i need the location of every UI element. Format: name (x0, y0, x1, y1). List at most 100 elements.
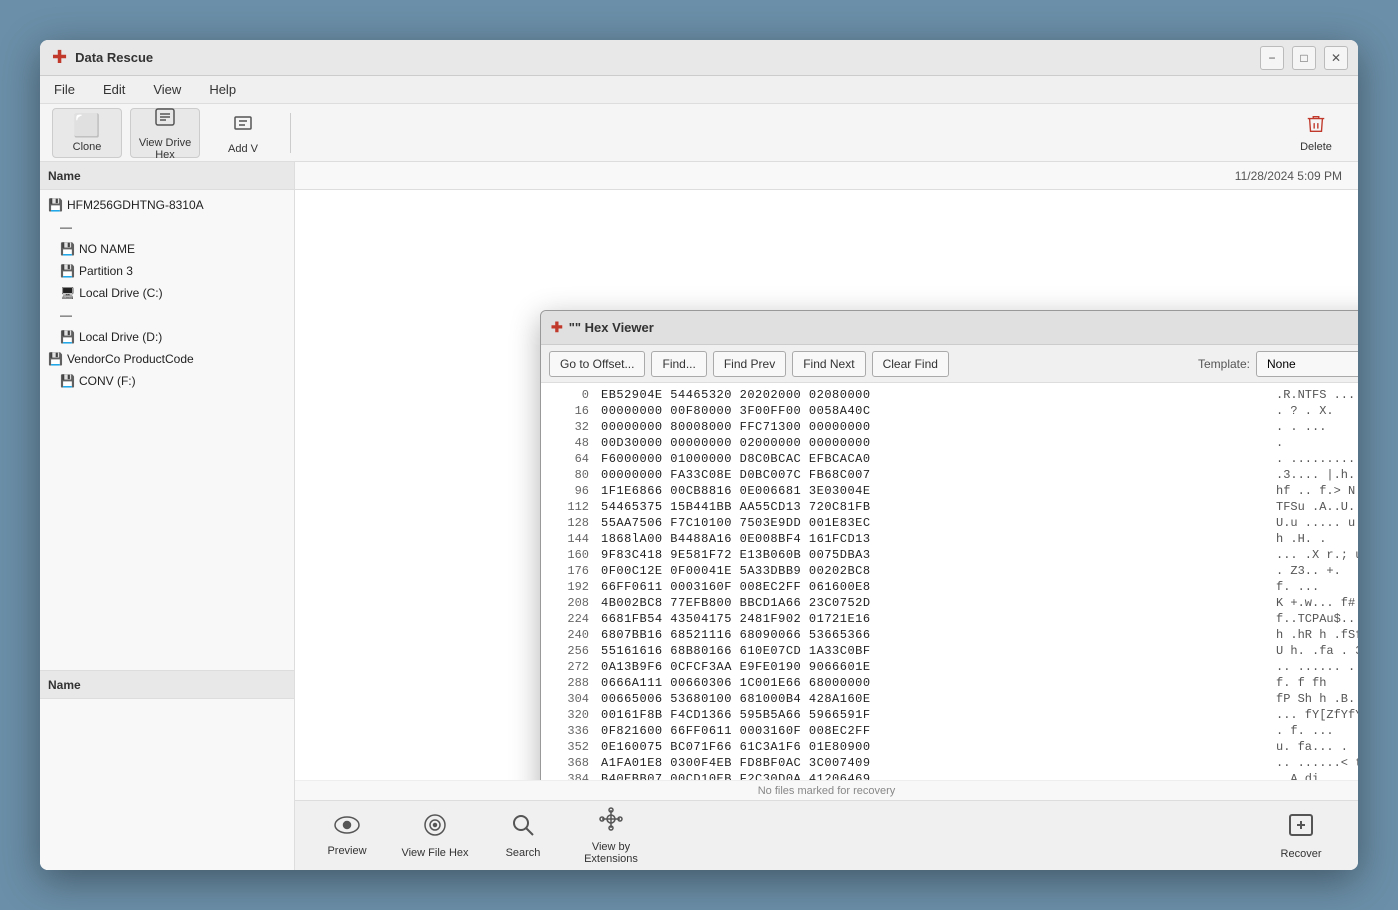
sidebar-item-noname[interactable]: 💾 NO NAME (40, 238, 294, 260)
hex-ascii: h .H. . (1276, 532, 1358, 546)
maximize-button[interactable]: □ (1292, 46, 1316, 70)
hex-row: 144 1868lA00 B4488A16 0E008BF4 161FCD13 … (541, 531, 1358, 547)
hex-row: 304 00665006 53680100 681000B4 428A160E … (541, 691, 1358, 707)
sidebar-item-dash2[interactable]: — (40, 304, 294, 326)
hex-bytes: 55161616 68B80166 610E07CD 1A33C0BF (601, 644, 1264, 658)
hex-row: 384 B40EBB07 00CD10EB F2C30D0A 41206469 … (541, 771, 1358, 780)
hex-ascii: h .hR h .fSfS (1276, 628, 1358, 642)
hex-row: 272 0A13B9F6 0CFCF3AA E9FE0190 9066601E … (541, 659, 1358, 675)
hex-bytes: 0E160075 BC071F66 61C3A1F6 01E80900 (601, 740, 1264, 754)
goto-offset-button[interactable]: Go to Offset... (549, 351, 645, 377)
sidebar-item-local-c[interactable]: 🖥 Local Drive (C:) (40, 282, 294, 304)
recover-label: Recover (1281, 848, 1322, 860)
clone-button[interactable]: ⬜ Clone (52, 108, 122, 158)
sidebar-item-dash1[interactable]: — (40, 216, 294, 238)
sidebar-item-conv[interactable]: 💾 CONV (F:) (40, 370, 294, 392)
search-icon (510, 812, 536, 845)
recover-button[interactable]: Recover (1256, 806, 1346, 866)
hex-offset: 256 (549, 644, 589, 658)
main-right: 11/28/2024 5:09 PM ✚ "" Hex Viewer ✕ Go … (295, 162, 1358, 870)
hex-row: 224 6681FB54 43504175 2481F902 01721E16 … (541, 611, 1358, 627)
view-drive-hex-label: View Drive Hex (135, 137, 195, 161)
find-next-button[interactable]: Find Next (792, 351, 865, 377)
view-file-hex-button[interactable]: View File Hex (395, 806, 475, 866)
hex-offset: 112 (549, 500, 589, 514)
find-button[interactable]: Find... (651, 351, 706, 377)
preview-button[interactable]: Preview (307, 806, 387, 866)
hex-offset: 304 (549, 692, 589, 706)
local-d-icon: 💾 (60, 330, 75, 344)
local-c-icon: 🖥 (60, 286, 75, 300)
clear-find-button[interactable]: Clear Find (872, 351, 949, 377)
hex-ascii: u. fa... . (1276, 740, 1358, 754)
hex-bytes: 9F83C418 9E581F72 E13B060B 0075DBA3 (601, 548, 1264, 562)
clone-icon: ⬜ (73, 113, 100, 139)
hex-ascii: . . ... (1276, 420, 1358, 434)
add-button[interactable]: Add V (208, 108, 278, 158)
hex-ascii: ... fY[ZfYfY (1276, 708, 1358, 722)
hex-bytes: 0F821600 66FF0611 0003160F 008EC2FF (601, 724, 1264, 738)
dash-icon1: — (60, 220, 72, 234)
menu-file[interactable]: File (48, 80, 81, 99)
window-controls: − □ ✕ (1260, 46, 1348, 70)
hex-offset: 208 (549, 596, 589, 610)
no-files-text: No files marked for recovery (758, 785, 896, 797)
hex-offset: 144 (549, 532, 589, 546)
sidebar-tree: 💾 HFM256GDHTNG-8310A — 💾 NO NAME 💾 Parti… (40, 190, 294, 670)
search-button[interactable]: Search (483, 806, 563, 866)
noname-icon: 💾 (60, 242, 75, 256)
hex-row: 288 0666A111 00660306 1C001E66 68000000 … (541, 675, 1358, 691)
hex-ascii: f. ... (1276, 580, 1358, 594)
hex-row: 352 0E160075 BC071F66 61C3A1F6 01E80900 … (541, 739, 1358, 755)
hex-ascii: .. ......< t (1276, 756, 1358, 770)
sidebar-header: Name (40, 162, 294, 190)
hex-ascii: f. f fh (1276, 676, 1358, 690)
hex-row: 112 54465375 15B441BB AA55CD13 720C81FB … (541, 499, 1358, 515)
template-select[interactable]: None (1256, 351, 1358, 377)
hex-row: 32 00000000 80008000 FFC71300 00000000 .… (541, 419, 1358, 435)
sidebar-bottom: Name (40, 670, 294, 870)
toolbar-right: Delete (1286, 108, 1346, 158)
hex-content: 0 EB52904E 54465320 20202000 02080000 .R… (541, 383, 1358, 780)
hex-offset: 64 (549, 452, 589, 466)
hex-offset: 336 (549, 724, 589, 738)
view-file-hex-icon (422, 812, 448, 845)
hex-scroll-area[interactable]: 0 EB52904E 54465320 20202000 02080000 .R… (541, 383, 1358, 780)
hex-bytes: 0666A111 00660306 1C001E66 68000000 (601, 676, 1264, 690)
hex-bytes: 00D30000 00000000 02000000 00000000 (601, 436, 1264, 450)
hex-offset: 160 (549, 548, 589, 562)
sidebar-item-partition3[interactable]: 💾 Partition 3 (40, 260, 294, 282)
delete-button[interactable]: Delete (1286, 108, 1346, 158)
hex-row: 192 66FF0611 0003160F 008EC2FF 061600E8 … (541, 579, 1358, 595)
hex-ascii: .R.NTFS ... (1276, 388, 1358, 402)
hex-bytes: EB52904E 54465320 20202000 02080000 (601, 388, 1264, 402)
hex-row: 336 0F821600 66FF0611 0003160F 008EC2FF … (541, 723, 1358, 739)
view-by-extensions-button[interactable]: View by Extensions (571, 806, 651, 866)
hex-offset: 16 (549, 404, 589, 418)
sidebar-item-hfm[interactable]: 💾 HFM256GDHTNG-8310A (40, 194, 294, 216)
hex-bytes: 6807BB16 68521116 68090066 53665366 (601, 628, 1264, 642)
hex-offset: 32 (549, 420, 589, 434)
hex-ascii: . (1276, 436, 1358, 450)
menu-edit[interactable]: Edit (97, 80, 131, 99)
clone-label: Clone (73, 141, 102, 153)
view-drive-hex-button[interactable]: View Drive Hex (130, 108, 200, 158)
sidebar-item-vendorco[interactable]: 💾 VendorCo ProductCode (40, 348, 294, 370)
hex-bytes: 1F1E6866 00CB8816 0E006681 3E03004E (601, 484, 1264, 498)
menu-help[interactable]: Help (203, 80, 242, 99)
hex-modal-title-bar: ✚ "" Hex Viewer ✕ (541, 311, 1358, 345)
hex-offset: 352 (549, 740, 589, 754)
timestamp-area: 11/28/2024 5:09 PM (295, 162, 1358, 190)
hex-bytes: 66FF0611 0003160F 008EC2FF 061600E8 (601, 580, 1264, 594)
hex-offset: 240 (549, 628, 589, 642)
sidebar-bottom-content (40, 699, 294, 870)
hex-ascii: ... .X r.; u. (1276, 548, 1358, 562)
minimize-button[interactable]: − (1260, 46, 1284, 70)
close-button[interactable]: ✕ (1324, 46, 1348, 70)
hex-row: 0 EB52904E 54465320 20202000 02080000 .R… (541, 387, 1358, 403)
menu-view[interactable]: View (147, 80, 187, 99)
hex-toolbar: Go to Offset... Find... Find Prev Find N… (541, 345, 1358, 383)
sidebar-item-local-d[interactable]: 💾 Local Drive (D:) (40, 326, 294, 348)
find-prev-button[interactable]: Find Prev (713, 351, 786, 377)
hex-offset: 128 (549, 516, 589, 530)
